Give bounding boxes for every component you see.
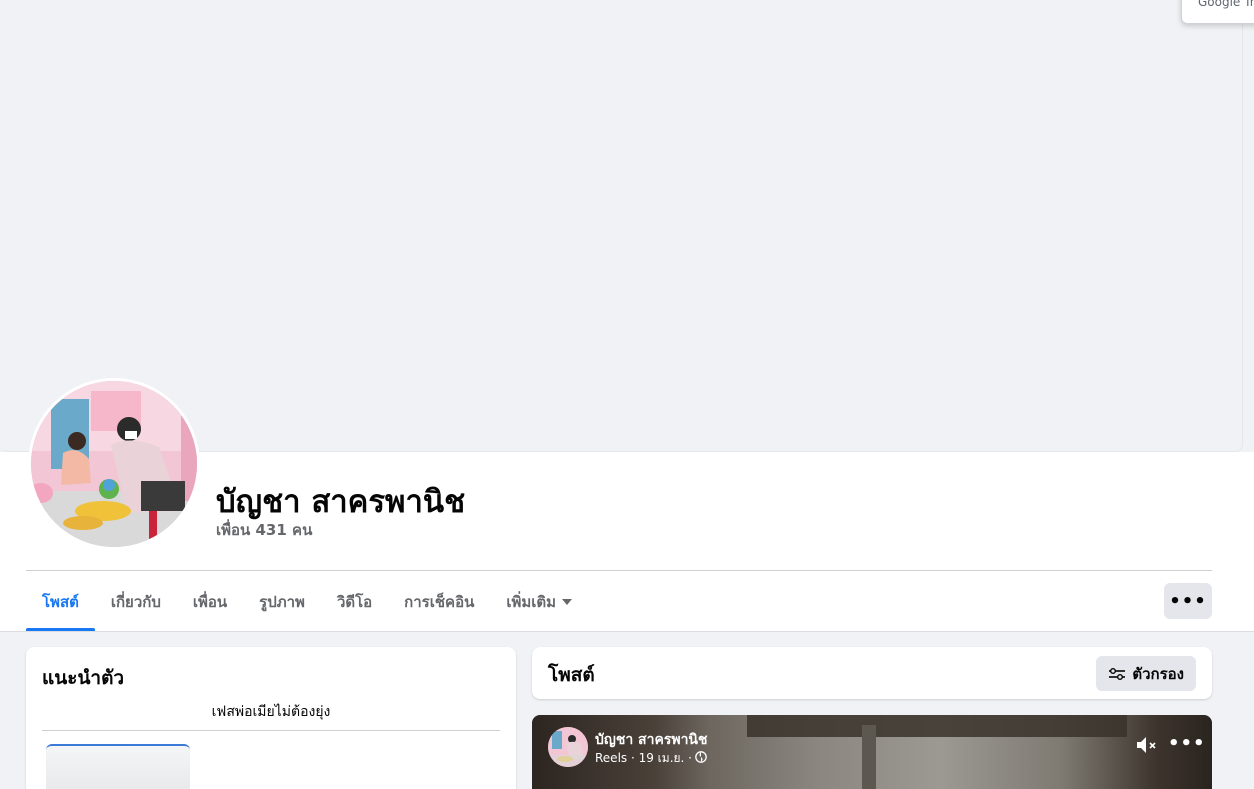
profile-tabs: โพสต์ เกี่ยวกับ เพื่อน รูปภาพ วิดีโอ การ… bbox=[26, 572, 588, 631]
header-divider bbox=[26, 570, 1212, 571]
intro-card: แนะนำตัว เฟสพ่อเมียไม่ต้องยุ่ง bbox=[26, 647, 516, 789]
tab-photos[interactable]: รูปภาพ bbox=[243, 572, 321, 631]
filter-label: ตัวกรอง bbox=[1132, 664, 1184, 683]
translate-popup[interactable]: Google Tra bbox=[1181, 0, 1254, 24]
filter-sliders-icon bbox=[1108, 667, 1126, 681]
cover-photo bbox=[0, 0, 1243, 452]
reel-author-name[interactable]: บัญชา สาครพานิช bbox=[595, 729, 708, 751]
filter-button[interactable]: ตัวกรอง bbox=[1096, 656, 1196, 691]
intro-featured-thumbnail[interactable] bbox=[46, 744, 190, 789]
tab-checkins[interactable]: การเช็คอิน bbox=[388, 572, 490, 631]
reel-menu-button[interactable]: ••• bbox=[1168, 733, 1206, 754]
intro-divider bbox=[42, 730, 500, 731]
profile-more-button[interactable]: ••• bbox=[1164, 583, 1212, 619]
tab-more[interactable]: เพิ่มเติม bbox=[490, 572, 588, 631]
reel-background-post bbox=[862, 725, 876, 789]
tab-label: เพื่อน bbox=[192, 592, 228, 611]
globe-icon bbox=[695, 751, 707, 766]
tab-label: เพิ่มเติม bbox=[506, 592, 557, 611]
posts-header-card: โพสต์ ตัวกรอง bbox=[532, 647, 1212, 699]
translate-popup-label: Google Tra bbox=[1198, 0, 1254, 9]
tab-label: รูปภาพ bbox=[259, 592, 305, 611]
tab-label: เกี่ยวกับ bbox=[110, 592, 161, 611]
reel-post[interactable]: บัญชา สาครพานิช Reels · 19 เม.ย. · ••• bbox=[532, 715, 1212, 789]
tab-label: วิดีโอ bbox=[336, 592, 373, 611]
more-dots-icon: ••• bbox=[1169, 590, 1207, 612]
tab-label: โพสต์ bbox=[42, 592, 79, 611]
posts-title: โพสต์ bbox=[548, 664, 595, 686]
caret-down-icon bbox=[562, 598, 573, 605]
reel-author-avatar[interactable] bbox=[548, 727, 588, 767]
intro-bio: เฟสพ่อเมียไม่ต้องยุ่ง bbox=[211, 704, 331, 720]
friend-count-link[interactable]: เพื่อน 431 คน bbox=[216, 518, 312, 542]
profile-avatar[interactable] bbox=[28, 378, 200, 550]
tab-friends[interactable]: เพื่อน bbox=[177, 572, 243, 631]
speaker-muted-icon[interactable] bbox=[1136, 736, 1158, 758]
reel-meta: Reels · 19 เม.ย. · bbox=[595, 749, 707, 768]
tab-label: การเช็คอิน bbox=[404, 592, 475, 611]
tab-about[interactable]: เกี่ยวกับ bbox=[95, 572, 177, 631]
reel-meta-text: Reels · 19 เม.ย. · bbox=[595, 751, 692, 765]
more-dots-icon: ••• bbox=[1168, 733, 1206, 754]
reel-background-beam bbox=[747, 715, 1127, 737]
tab-posts[interactable]: โพสต์ bbox=[26, 572, 95, 631]
intro-title: แนะนำตัว bbox=[42, 667, 125, 689]
avatar-photo bbox=[31, 381, 197, 547]
tab-videos[interactable]: วิดีโอ bbox=[321, 572, 388, 631]
tabs-divider bbox=[0, 631, 1254, 632]
